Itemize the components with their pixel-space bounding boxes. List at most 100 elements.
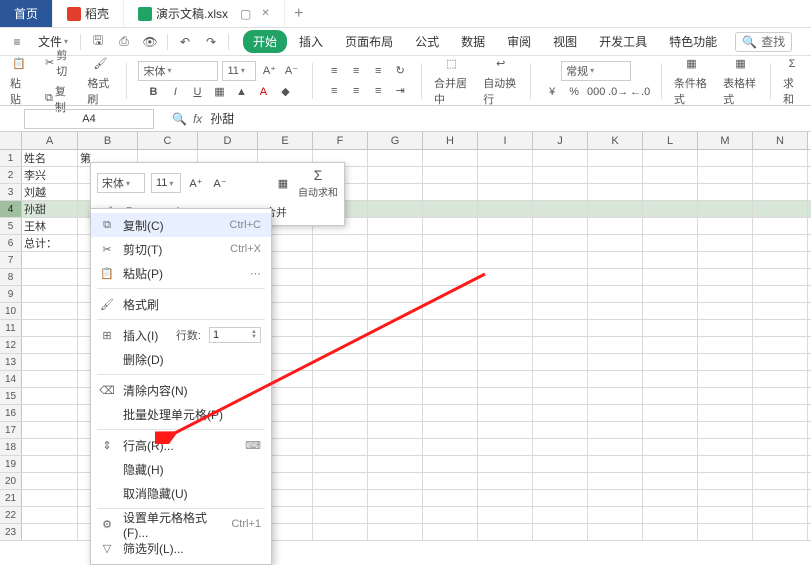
- cell[interactable]: [423, 150, 478, 166]
- cell[interactable]: [423, 167, 478, 183]
- indent-icon[interactable]: ⇥: [391, 82, 409, 100]
- row-header[interactable]: 18: [0, 439, 22, 455]
- cell[interactable]: [698, 235, 753, 251]
- cell[interactable]: [698, 371, 753, 387]
- cell[interactable]: [753, 184, 808, 200]
- cell[interactable]: [423, 303, 478, 319]
- font-name-select[interactable]: 宋体▾: [138, 61, 218, 81]
- row-header[interactable]: 10: [0, 303, 22, 319]
- cell[interactable]: [368, 218, 423, 234]
- cell[interactable]: [753, 320, 808, 336]
- cell[interactable]: [643, 354, 698, 370]
- tab-file[interactable]: 演示文稿.xlsx▢✕: [124, 0, 285, 27]
- cell[interactable]: [22, 439, 78, 455]
- ctx-unhide[interactable]: 取消隐藏(U): [91, 481, 271, 505]
- italic-icon[interactable]: I: [166, 83, 184, 101]
- cell[interactable]: [478, 473, 533, 489]
- cell[interactable]: [313, 507, 368, 523]
- cell[interactable]: [533, 337, 588, 353]
- cell[interactable]: 刘越: [22, 184, 78, 200]
- ctx-format-painter[interactable]: 🖌格式刷: [91, 292, 271, 316]
- col-header-D[interactable]: D: [198, 132, 258, 149]
- align-bottom-icon[interactable]: ≡: [369, 62, 387, 80]
- cell[interactable]: [313, 320, 368, 336]
- ribbon-tab-formula[interactable]: 公式: [405, 30, 449, 53]
- row-header[interactable]: 5: [0, 218, 22, 234]
- cell[interactable]: [588, 405, 643, 421]
- row-header[interactable]: 4: [0, 201, 22, 217]
- cell[interactable]: [588, 303, 643, 319]
- minimize-window-icon[interactable]: ▢: [240, 7, 251, 21]
- col-header-K[interactable]: K: [588, 132, 643, 149]
- mini-font-name[interactable]: 宋体▾: [97, 173, 145, 193]
- cell[interactable]: [313, 456, 368, 472]
- mini-inc-font-icon[interactable]: A⁺: [187, 174, 205, 192]
- cell[interactable]: [698, 252, 753, 268]
- cell[interactable]: [588, 252, 643, 268]
- insert-rows-input[interactable]: 1▲▼: [209, 327, 261, 343]
- cell[interactable]: [478, 337, 533, 353]
- cell[interactable]: [368, 150, 423, 166]
- cell[interactable]: [643, 167, 698, 183]
- cell[interactable]: [698, 337, 753, 353]
- cell[interactable]: 王林: [22, 218, 78, 234]
- cell[interactable]: [478, 405, 533, 421]
- cell[interactable]: [368, 439, 423, 455]
- cell[interactable]: 孙甜: [22, 201, 78, 217]
- cell[interactable]: [478, 456, 533, 472]
- cell[interactable]: [423, 286, 478, 302]
- cell[interactable]: [588, 388, 643, 404]
- cell[interactable]: [368, 303, 423, 319]
- cell[interactable]: [698, 167, 753, 183]
- cell[interactable]: [533, 524, 588, 540]
- cell[interactable]: [753, 507, 808, 523]
- cell[interactable]: [478, 320, 533, 336]
- cell[interactable]: [753, 167, 808, 183]
- search-box[interactable]: 🔍查找: [735, 32, 792, 52]
- cell[interactable]: [423, 218, 478, 234]
- cell[interactable]: [533, 184, 588, 200]
- cell[interactable]: [478, 388, 533, 404]
- row-header[interactable]: 6: [0, 235, 22, 251]
- cell[interactable]: [423, 405, 478, 421]
- cell[interactable]: [753, 388, 808, 404]
- ctx-hide[interactable]: 隐藏(H): [91, 457, 271, 481]
- cell[interactable]: [368, 524, 423, 540]
- tab-home[interactable]: 首页: [0, 0, 53, 27]
- orientation-icon[interactable]: ↻: [391, 62, 409, 80]
- cell[interactable]: [753, 473, 808, 489]
- cell[interactable]: [533, 252, 588, 268]
- row-header[interactable]: 8: [0, 269, 22, 285]
- cell[interactable]: [368, 167, 423, 183]
- cell[interactable]: [643, 286, 698, 302]
- cell[interactable]: [698, 201, 753, 217]
- cell[interactable]: [423, 422, 478, 438]
- cell[interactable]: [643, 388, 698, 404]
- wrap-icon[interactable]: ↩: [492, 55, 510, 73]
- cell[interactable]: [533, 422, 588, 438]
- cell[interactable]: [478, 507, 533, 523]
- cell[interactable]: [643, 439, 698, 455]
- font-size-select[interactable]: 11▾: [222, 61, 256, 81]
- underline-icon[interactable]: U: [188, 83, 206, 101]
- row-header[interactable]: 16: [0, 405, 22, 421]
- ctx-batch[interactable]: 批量处理单元格(P): [91, 402, 271, 426]
- cell[interactable]: [478, 150, 533, 166]
- cell[interactable]: [753, 337, 808, 353]
- cell[interactable]: [588, 235, 643, 251]
- cell[interactable]: [22, 354, 78, 370]
- cell[interactable]: [588, 286, 643, 302]
- row-header[interactable]: 13: [0, 354, 22, 370]
- preview-icon[interactable]: 👁: [139, 31, 161, 53]
- ctx-cut[interactable]: ✂剪切(T)Ctrl+X: [91, 237, 271, 261]
- col-header-H[interactable]: H: [423, 132, 478, 149]
- cell[interactable]: [368, 286, 423, 302]
- cell[interactable]: [22, 388, 78, 404]
- cell[interactable]: [753, 303, 808, 319]
- align-right-icon[interactable]: ≡: [369, 82, 387, 100]
- col-header-I[interactable]: I: [478, 132, 533, 149]
- cell[interactable]: [533, 269, 588, 285]
- cell[interactable]: [698, 405, 753, 421]
- cell[interactable]: [22, 507, 78, 523]
- row-header[interactable]: 17: [0, 422, 22, 438]
